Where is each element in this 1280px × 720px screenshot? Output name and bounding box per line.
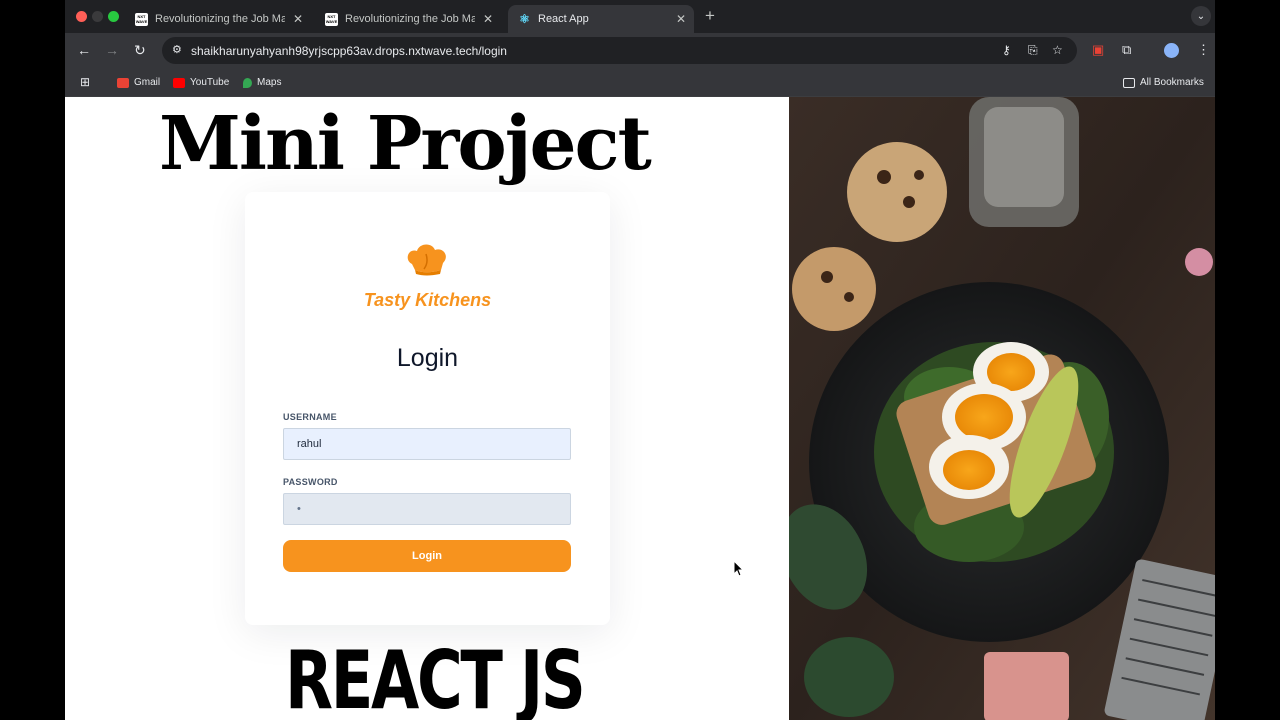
bookmarks-bar: ⊞ Gmail YouTube Maps All Bookmarks	[65, 69, 1215, 97]
maps-icon	[243, 77, 252, 88]
close-tab-icon[interactable]: ✕	[483, 12, 493, 26]
chef-hat-logo-icon	[407, 244, 446, 276]
bookmark-star-icon[interactable]: ☆	[1052, 43, 1063, 57]
menu-kebab-icon[interactable]: ⋮	[1197, 42, 1210, 58]
url-text: shaikharunyahyanh98yrjscpp63av.drops.nxt…	[191, 44, 507, 58]
browser-window: NXT WAVE Revolutionizing the Job Market …	[65, 0, 1215, 720]
extensions-puzzle-icon[interactable]: ⧉	[1122, 42, 1131, 58]
bookmark-maps[interactable]: Maps	[243, 77, 281, 88]
new-tab-button[interactable]: +	[705, 6, 715, 26]
close-tab-icon[interactable]: ✕	[293, 12, 303, 26]
password-key-icon[interactable]: ⚷	[1002, 43, 1011, 57]
tab-job-market-1[interactable]: NXT WAVE Revolutionizing the Job Market …	[125, 5, 311, 33]
react-icon: ⚛	[519, 12, 530, 26]
all-bookmarks-button[interactable]: All Bookmarks	[1123, 77, 1204, 88]
profile-avatar-icon[interactable]	[1164, 43, 1179, 58]
tab-job-market-2[interactable]: NXT WAVE Revolutionizing the Job Market …	[315, 5, 501, 33]
reload-icon[interactable]: ↻	[134, 42, 146, 59]
bookmark-gmail[interactable]: Gmail	[117, 77, 160, 88]
browser-toolbar: ← → ↻ ⚙ shaikharunyahyanh98yrjscpp63av.d…	[65, 33, 1215, 69]
brand-name: Tasty Kitchens	[363, 290, 492, 310]
close-window-button[interactable]	[76, 11, 87, 22]
close-tab-icon[interactable]: ✕	[676, 12, 686, 26]
mouse-cursor-icon	[734, 561, 744, 577]
tab-search-chevron-icon[interactable]: ⌄	[1191, 6, 1211, 26]
gmail-icon	[117, 77, 129, 88]
tab-strip: NXT WAVE Revolutionizing the Job Market …	[65, 0, 1215, 33]
site-settings-icon[interactable]: ⚙	[172, 43, 182, 56]
all-bookmarks-label: All Bookmarks	[1140, 77, 1204, 88]
login-heading: Login	[396, 344, 459, 372]
password-input[interactable]: •	[283, 493, 571, 525]
overlay-subtitle: REACT JS	[285, 634, 586, 720]
food-photo-image	[789, 97, 1215, 720]
bookmark-label: Gmail	[134, 77, 161, 88]
maximize-window-button[interactable]	[108, 11, 119, 22]
tab-react-app[interactable]: ⚛ React App ✕	[508, 5, 694, 33]
youtube-icon	[173, 77, 185, 88]
password-label: PASSWORD	[283, 477, 338, 487]
login-card: Tasty Kitchens Login USERNAME rahul PASS…	[245, 192, 610, 625]
bookmark-youtube[interactable]: YouTube	[173, 77, 229, 88]
minimize-window-button[interactable]	[92, 11, 103, 22]
forward-arrow-icon[interactable]: →	[105, 42, 119, 58]
bookmark-label: Maps	[257, 77, 282, 88]
nxtwave-favicon-icon: NXT WAVE	[325, 12, 338, 26]
overlay-title: Mini Project	[159, 101, 652, 187]
page-content: Tasty Kitchens Login USERNAME rahul PASS…	[65, 97, 1215, 720]
tab-title: Revolutionizing the Job Market	[345, 13, 475, 25]
username-label: USERNAME	[283, 412, 337, 422]
back-arrow-icon[interactable]: ←	[77, 42, 91, 58]
nxtwave-favicon-icon: NXT WAVE	[135, 12, 148, 26]
bookmark-label: YouTube	[190, 77, 230, 88]
apps-grid-icon[interactable]: ⊞	[80, 75, 90, 89]
tab-title: React App	[538, 13, 589, 25]
folder-icon	[1123, 77, 1135, 88]
address-bar[interactable]: ⚙ shaikharunyahyanh98yrjscpp63av.drops.n…	[162, 37, 1077, 64]
extension-icon[interactable]: ▣	[1092, 42, 1104, 58]
tab-title: Revolutionizing the Job Market	[155, 13, 285, 25]
login-button[interactable]: Login	[283, 540, 571, 572]
username-input[interactable]: rahul	[283, 428, 571, 460]
install-app-icon[interactable]: ⎘	[1028, 43, 1038, 58]
